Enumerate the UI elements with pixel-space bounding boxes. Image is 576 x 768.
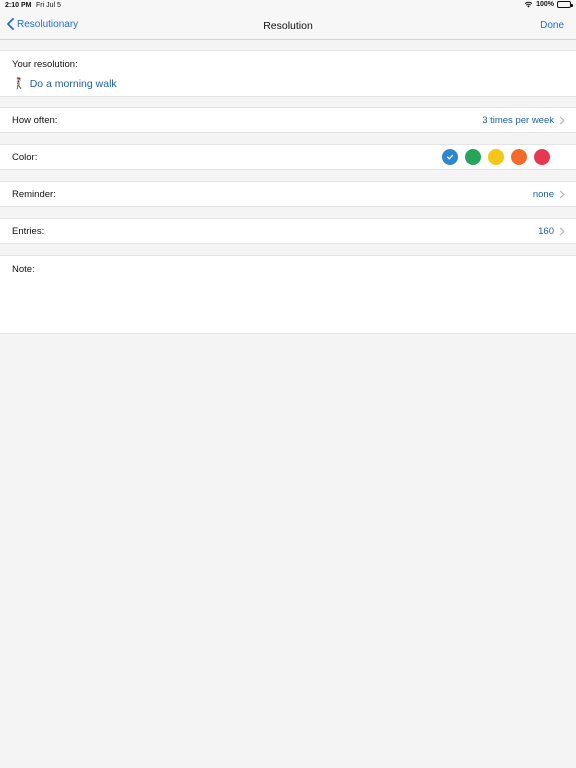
- battery-icon: [557, 1, 573, 8]
- navigation-bar: Resolutionary Resolution Done: [0, 12, 576, 40]
- resolution-label: Your resolution:: [12, 59, 78, 70]
- status-time: 2:10 PM: [5, 2, 32, 9]
- chevron-right-icon: [559, 190, 565, 199]
- status-bar: 2:10 PM Fri Jul 5 100%: [0, 0, 576, 12]
- chevron-right-icon: [559, 227, 565, 236]
- how-often-label: How often:: [12, 115, 58, 126]
- reminder-value: none: [532, 189, 554, 200]
- resolution-field[interactable]: 🚶‍♀️ Do a morning walk: [12, 77, 117, 91]
- reminder-label: Reminder:: [12, 189, 56, 200]
- checkmark-icon: [446, 154, 454, 160]
- done-button[interactable]: Done: [540, 20, 564, 31]
- status-date: Fri Jul 5: [36, 2, 61, 9]
- battery-percent: 100%: [536, 1, 554, 8]
- color-option-blue[interactable]: [442, 149, 458, 165]
- resolution-section: Your resolution: 🚶‍♀️ Do a morning walk: [0, 50, 576, 97]
- wifi-icon: [524, 1, 533, 8]
- entries-value: 160: [538, 226, 554, 237]
- chevron-right-icon: [559, 116, 565, 125]
- color-picker: [442, 149, 550, 165]
- note-label: Note:: [12, 264, 35, 275]
- color-option-yellow[interactable]: [488, 149, 504, 165]
- status-indicators: 100%: [524, 1, 573, 8]
- page-title: Resolution: [263, 20, 313, 32]
- entries-label: Entries:: [12, 226, 45, 237]
- resolution-text: Do a morning walk: [29, 77, 117, 90]
- color-row: Color:: [0, 144, 576, 170]
- note-section[interactable]: Note:: [0, 255, 576, 334]
- walking-person-icon: 🚶‍♀️: [12, 78, 26, 90]
- reminder-row[interactable]: Reminder: none: [0, 181, 576, 207]
- color-option-green[interactable]: [465, 149, 481, 165]
- color-label: Color:: [12, 152, 38, 163]
- entries-row[interactable]: Entries: 160: [0, 218, 576, 244]
- color-option-orange[interactable]: [511, 149, 527, 165]
- how-often-value: 3 times per week: [482, 115, 554, 126]
- color-option-red[interactable]: [534, 149, 550, 165]
- how-often-row[interactable]: How often: 3 times per week: [0, 107, 576, 133]
